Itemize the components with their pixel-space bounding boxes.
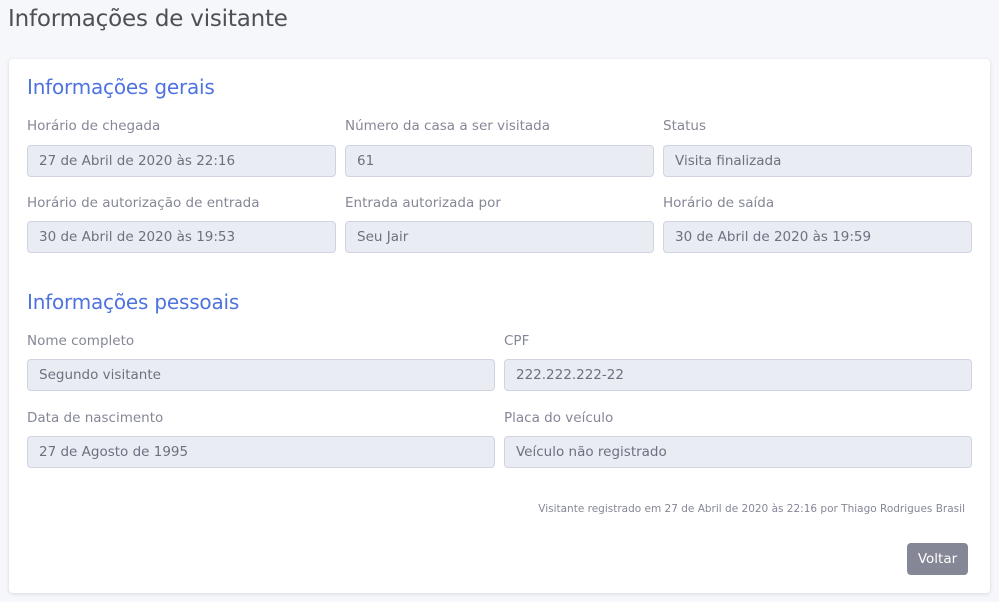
vehicle-plate-label: Placa do veículo [504,410,614,426]
birth-date-field[interactable]: 27 de Agosto de 1995 [27,436,495,468]
status-field[interactable]: Visita finalizada [663,145,972,177]
house-number-label: Número da casa a ser visitada [345,118,551,134]
visitor-card: Informações gerais Horário de chegada 27… [9,59,990,593]
authorized-by-field[interactable]: Seu Jair [345,221,654,253]
exit-time-field[interactable]: 30 de Abril de 2020 às 19:59 [663,221,972,253]
personal-info-title: Informações pessoais [27,290,240,314]
status-label: Status [663,118,707,134]
arrival-time-field[interactable]: 27 de Abril de 2020 às 22:16 [27,145,336,177]
cpf-field[interactable]: 222.222.222-22 [504,359,972,391]
back-button[interactable]: Voltar [907,543,968,575]
house-number-field[interactable]: 61 [345,145,654,177]
arrival-time-label: Horário de chegada [27,118,161,134]
registration-note: Visitante registrado em 27 de Abril de 2… [538,503,965,515]
cpf-label: CPF [504,333,530,349]
page-title: Informações de visitante [8,6,288,32]
entry-authorization-time-label: Horário de autorização de entrada [27,195,260,211]
general-info-title: Informações gerais [27,75,215,99]
vehicle-plate-field[interactable]: Veículo não registrado [504,436,972,468]
full-name-field[interactable]: Segundo visitante [27,359,495,391]
full-name-label: Nome completo [27,333,135,349]
exit-time-label: Horário de saída [663,195,775,211]
authorized-by-label: Entrada autorizada por [345,195,501,211]
entry-authorization-time-field[interactable]: 30 de Abril de 2020 às 19:53 [27,221,336,253]
birth-date-label: Data de nascimento [27,410,164,426]
